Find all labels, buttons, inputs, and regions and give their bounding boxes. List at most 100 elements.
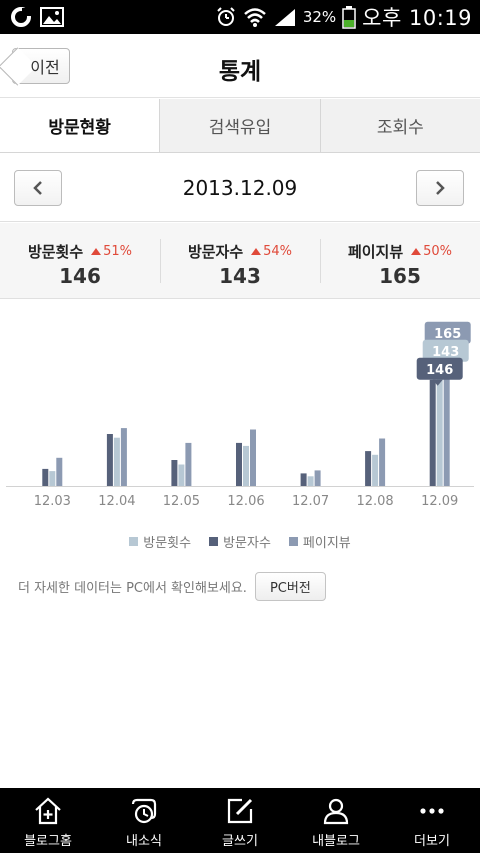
- bar-chart: 12.03 12.04 12.05 12.06 12.07 12.08 12.09 165 14…: [6, 321, 474, 509]
- legend-swatch: [209, 536, 219, 546]
- bar-visits: [113, 437, 120, 486]
- stat-change-value: 50%: [423, 244, 453, 259]
- bar-visits: [372, 454, 379, 486]
- bar-visitors: [300, 473, 307, 486]
- stat-label: 방문자수: [187, 243, 244, 261]
- pc-version-note: 더 자세한 데이터는 PC에서 확인해보세요. PC버전: [18, 572, 468, 601]
- tooltip-value: 165: [434, 327, 461, 342]
- home-plus-icon: [33, 796, 63, 826]
- bottom-nav: 블로그홈 내소식 글쓰기 내블로그 더보기: [0, 788, 480, 853]
- x-tick-label: 12.05: [163, 494, 200, 509]
- bar-pageviews: [379, 438, 386, 486]
- app-notification-icon: [11, 7, 31, 27]
- nav-label: 내소식: [126, 834, 162, 849]
- chevron-right-icon: [436, 181, 445, 195]
- visit-chart: 12.03 12.04 12.05 12.06 12.07 12.08 12.09 165 14…: [0, 300, 480, 530]
- bar-visits: [436, 377, 443, 486]
- more-icon: [417, 796, 447, 826]
- nav-label: 더보기: [414, 834, 450, 849]
- stat-visitors: 방문자수 54% 143: [160, 223, 320, 298]
- person-icon: [321, 796, 351, 826]
- tooltip-value: 146: [426, 363, 453, 378]
- bar-pageviews: [185, 442, 192, 486]
- legend-label: 방문자수: [223, 535, 271, 551]
- battery-percent: 32%: [302, 8, 337, 26]
- gallery-notification-icon: [40, 7, 64, 27]
- stat-value: 165: [379, 264, 421, 288]
- page-title: 통계: [218, 59, 262, 85]
- bar-pageviews: [443, 363, 450, 486]
- bar-visitors: [429, 379, 436, 486]
- nav-my-blog[interactable]: 내블로그: [288, 788, 384, 853]
- nav-label: 글쓰기: [222, 834, 258, 849]
- status-bar: 32% 오후 10:19: [0, 0, 480, 34]
- edit-icon: [225, 796, 255, 826]
- tab-search-inflow[interactable]: 검색유입: [159, 99, 320, 152]
- bar-visits: [243, 445, 249, 486]
- stat-change: 50%: [411, 244, 452, 259]
- stats-summary: 방문횟수 51% 146 방문자수 54% 143 페이지뷰 50% 165: [0, 223, 480, 299]
- clock-icon: [129, 796, 159, 826]
- nav-label: 내블로그: [312, 834, 360, 849]
- stat-change-value: 54%: [263, 244, 293, 259]
- date-navigator: 2013.12.09: [0, 154, 480, 222]
- app-header: 이전 통계: [0, 34, 480, 98]
- nav-more[interactable]: 더보기: [384, 788, 480, 853]
- stat-label: 방문횟수: [27, 243, 84, 261]
- legend-item-pageviews: 페이지뷰: [288, 531, 351, 551]
- bar-pageviews: [250, 429, 256, 486]
- tooltip-visitors: 146: [416, 357, 463, 386]
- bar-visitors: [171, 460, 178, 486]
- next-date-button[interactable]: [416, 170, 464, 206]
- bar-pageviews: [314, 470, 321, 486]
- nav-my-news[interactable]: 내소식: [96, 788, 192, 853]
- stat-change: 51%: [91, 244, 132, 259]
- bar-pageviews: [56, 457, 63, 486]
- legend-label: 방문횟수: [143, 535, 192, 551]
- signal-icon: [274, 9, 295, 26]
- nav-label: 블로그홈: [24, 834, 72, 849]
- legend-label: 페이지뷰: [302, 535, 351, 551]
- up-arrow-icon: [411, 248, 422, 255]
- bar-visits: [49, 471, 56, 486]
- tab-bar: 방문현황 검색유입 조회수: [0, 99, 480, 153]
- chart-legend: 방문횟수 방문자수 페이지뷰: [0, 531, 480, 551]
- stat-visits: 방문횟수 51% 146: [0, 223, 160, 298]
- back-button-label: 이전: [30, 58, 60, 77]
- bar-visitors: [365, 451, 372, 486]
- x-tick-label: 12.09: [421, 494, 458, 509]
- nav-write[interactable]: 글쓰기: [192, 788, 288, 853]
- nav-blog-home[interactable]: 블로그홈: [0, 788, 96, 853]
- stat-value: 143: [219, 264, 261, 288]
- tooltip-value: 143: [432, 345, 459, 360]
- legend-item-visits: 방문횟수: [129, 531, 191, 551]
- bar-visits: [307, 476, 314, 486]
- stat-value: 146: [59, 264, 101, 288]
- battery-icon: [342, 6, 356, 29]
- clock-time: 오후 10:19: [362, 6, 472, 30]
- stats-screen: 32% 오후 10:19 이전 통계 방문현황 검색유입 조회수 2013.12…: [0, 0, 480, 853]
- stat-pageviews: 페이지뷰 50% 165: [320, 223, 480, 298]
- pc-version-button[interactable]: PC버전: [254, 572, 326, 601]
- tab-visit-status[interactable]: 방문현황: [0, 99, 160, 152]
- bar-visitors: [236, 442, 242, 486]
- current-date: 2013.12.09: [182, 176, 298, 200]
- bar-visits: [178, 464, 185, 486]
- tab-view-count[interactable]: 조회수: [319, 99, 480, 152]
- wifi-icon: [243, 8, 266, 27]
- bar-visitors: [106, 434, 113, 486]
- x-tick-label: 12.04: [98, 494, 135, 509]
- bar-visitors: [42, 468, 49, 486]
- bar-pageviews: [120, 428, 127, 486]
- legend-item-visitors: 방문자수: [209, 531, 271, 551]
- up-arrow-icon: [91, 248, 102, 255]
- legend-swatch: [129, 536, 139, 546]
- legend-swatch: [288, 536, 298, 546]
- stat-change-value: 51%: [103, 244, 133, 259]
- x-tick-label: 12.07: [292, 494, 329, 509]
- x-tick-label: 12.08: [356, 494, 393, 509]
- up-arrow-icon: [251, 248, 262, 255]
- x-tick-label: 12.06: [227, 494, 264, 509]
- stat-label: 페이지뷰: [347, 243, 404, 261]
- alarm-icon: [217, 7, 235, 26]
